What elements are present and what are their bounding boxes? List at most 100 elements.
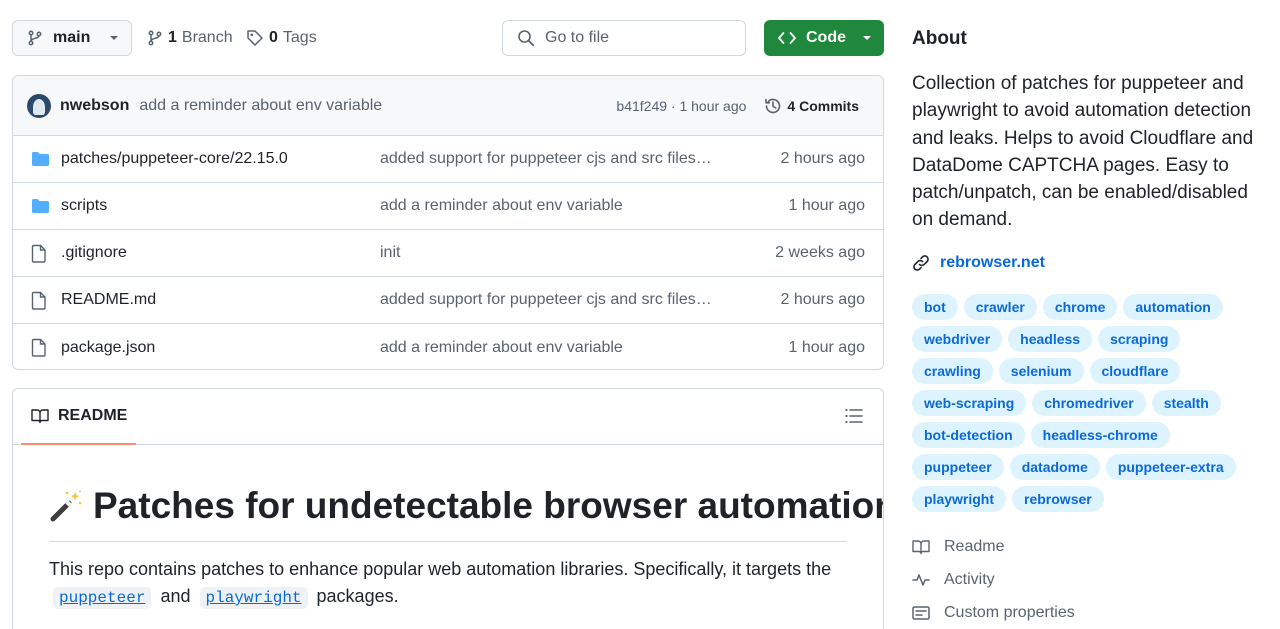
- playwright-link[interactable]: playwright: [199, 587, 308, 609]
- topic-tag[interactable]: headless-chrome: [1030, 422, 1170, 448]
- topic-tag[interactable]: automation: [1123, 294, 1223, 320]
- readme-panel: README Patches for undetectable browser …: [12, 388, 884, 629]
- branch-label: main: [53, 29, 91, 46]
- go-to-file-placeholder: Go to file: [545, 29, 610, 46]
- topic-tag[interactable]: puppeteer: [912, 454, 1004, 480]
- topic-tag[interactable]: crawler: [963, 294, 1037, 320]
- readme-header: README: [13, 389, 883, 445]
- readme-title: Patches for undetectable browser automat…: [49, 485, 883, 542]
- readme-content: Patches for undetectable browser automat…: [13, 485, 883, 612]
- search-icon: [517, 29, 545, 47]
- branch-selector-button[interactable]: main: [12, 20, 132, 56]
- activity-link[interactable]: Activity: [912, 571, 995, 589]
- folder-icon: [31, 151, 51, 167]
- file-commit-message[interactable]: init: [380, 244, 730, 262]
- file-commit-message[interactable]: added support for puppeteer cjs and src …: [380, 291, 730, 309]
- topic-tag[interactable]: puppeteer-extra: [1105, 454, 1236, 480]
- topic-tag[interactable]: webdriver: [912, 326, 1003, 352]
- commits-label: 4 Commits: [787, 97, 859, 114]
- topic-tag[interactable]: web-scraping: [912, 390, 1027, 416]
- topic-tag[interactable]: rebrowser: [1012, 486, 1104, 512]
- topic-tag[interactable]: cloudflare: [1089, 358, 1181, 384]
- file-icon: [31, 291, 51, 310]
- readme-text-1: This repo contains patches to enhance po…: [49, 559, 832, 579]
- readme-paragraph: This repo contains patches to enhance po…: [49, 556, 847, 612]
- file-row[interactable]: .gitignore init 2 weeks ago: [13, 230, 883, 277]
- activity-link-label: Activity: [944, 571, 995, 588]
- file-row[interactable]: scripts add a reminder about env variabl…: [13, 183, 883, 230]
- tags-count: 0: [269, 29, 278, 46]
- commit-hash-time[interactable]: b41f249 · 1 hour ago: [616, 98, 746, 114]
- tags-label: Tags: [282, 29, 317, 46]
- file-name[interactable]: scripts: [61, 197, 380, 215]
- file-row[interactable]: patches/puppeteer-core/22.15.0 added sup…: [13, 136, 883, 183]
- tags-link[interactable]: 0 Tags: [246, 20, 317, 56]
- file-icon: [31, 244, 51, 263]
- file-name[interactable]: patches/puppeteer-core/22.15.0: [61, 150, 380, 168]
- latest-commit-row: nwebson add a reminder about env variabl…: [13, 76, 883, 136]
- file-commit-date: 2 hours ago: [780, 150, 865, 167]
- about-heading: About: [912, 28, 967, 49]
- readme-text-3: packages.: [316, 586, 399, 606]
- code-button-label: Code: [806, 29, 846, 46]
- list-unordered-icon[interactable]: [845, 408, 863, 424]
- folder-icon: [31, 198, 51, 214]
- readme-title-text: Patches for undetectable browser automat…: [93, 485, 884, 526]
- readme-link[interactable]: Readme: [912, 538, 1004, 556]
- website-link[interactable]: rebrowser.net: [912, 254, 1045, 272]
- file-commit-message[interactable]: added support for puppeteer cjs and src …: [380, 150, 730, 168]
- topic-tag[interactable]: bot-detection: [912, 422, 1025, 448]
- commits-link[interactable]: 4 Commits: [764, 97, 859, 115]
- readme-text-2: and: [160, 586, 191, 606]
- puppeteer-link[interactable]: puppeteer: [53, 587, 152, 609]
- file-browser: nwebson add a reminder about env variabl…: [12, 75, 884, 370]
- branches-link[interactable]: 1 Branch: [147, 20, 233, 56]
- note-icon: [912, 605, 944, 621]
- history-icon: [764, 97, 787, 115]
- caret-down-icon: [862, 35, 872, 41]
- file-name[interactable]: package.json: [61, 339, 380, 357]
- pulse-icon: [912, 572, 944, 588]
- file-row[interactable]: package.json add a reminder about env va…: [13, 324, 883, 369]
- commit-message[interactable]: add a reminder about env variable: [139, 97, 616, 115]
- go-to-file-input[interactable]: Go to file: [502, 20, 746, 56]
- magic-wand-icon: [49, 489, 83, 523]
- git-branch-icon: [147, 30, 168, 46]
- topic-tag[interactable]: headless: [1008, 326, 1093, 352]
- topic-tag[interactable]: bot: [912, 294, 958, 320]
- topic-tag[interactable]: chrome: [1042, 294, 1118, 320]
- custom-properties-link-label: Custom properties: [944, 604, 1075, 621]
- file-row[interactable]: README.md added support for puppeteer cj…: [13, 277, 883, 324]
- topic-tag[interactable]: crawling: [912, 358, 993, 384]
- readme-link-label: Readme: [944, 538, 1005, 555]
- code-icon: [778, 31, 796, 45]
- file-commit-date: 2 hours ago: [780, 291, 865, 308]
- tag-icon: [246, 29, 269, 47]
- commit-author[interactable]: nwebson: [60, 97, 129, 115]
- topic-tag[interactable]: scraping: [1098, 326, 1181, 352]
- website-link-label: rebrowser.net: [940, 254, 1045, 271]
- topic-tag[interactable]: selenium: [998, 358, 1084, 384]
- code-button[interactable]: Code: [764, 20, 884, 56]
- author-avatar[interactable]: [27, 93, 51, 118]
- topic-tag[interactable]: stealth: [1151, 390, 1221, 416]
- file-commit-date: 2 weeks ago: [775, 244, 865, 261]
- file-commit-date: 1 hour ago: [788, 338, 865, 356]
- topic-tag[interactable]: playwright: [912, 486, 1007, 512]
- custom-properties-link[interactable]: Custom properties: [912, 604, 1075, 622]
- file-commit-message[interactable]: add a reminder about env variable: [380, 339, 730, 357]
- link-icon: [912, 254, 940, 272]
- about-description: Collection of patches for puppeteer and …: [912, 73, 1254, 231]
- topic-tag[interactable]: chromedriver: [1032, 390, 1146, 416]
- file-name[interactable]: README.md: [61, 291, 380, 309]
- tab-readme[interactable]: README: [21, 389, 136, 445]
- topics-list: bot crawler chrome automation webdriver …: [912, 294, 1257, 512]
- file-commit-message[interactable]: add a reminder about env variable: [380, 197, 730, 215]
- topic-tag[interactable]: datadome: [1009, 454, 1100, 480]
- book-icon: [912, 539, 944, 555]
- caret-down-icon: [109, 35, 119, 41]
- git-branch-icon: [27, 30, 43, 46]
- branches-label: Branch: [181, 29, 233, 46]
- file-name[interactable]: .gitignore: [61, 244, 380, 262]
- readme-tab-label: README: [58, 407, 128, 424]
